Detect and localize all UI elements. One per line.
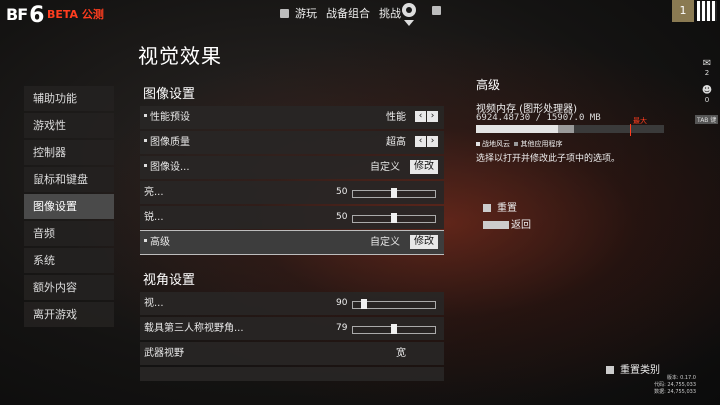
vram-legend: 战地风云 其他应用程序	[476, 139, 562, 149]
vram-usage-bar	[476, 125, 664, 133]
page-title: 视觉效果	[138, 44, 222, 68]
arrow-right-icon[interactable]: ›	[427, 136, 438, 147]
sidebar-item-graphics[interactable]: 图像设置	[24, 194, 114, 219]
arrow-left-icon[interactable]: ‹	[415, 111, 426, 122]
setting-row-quality[interactable]: 图像质量 超高 ‹ ›	[140, 131, 444, 154]
quality-value: 超高	[386, 137, 406, 148]
setting-row-partial[interactable]	[140, 367, 444, 381]
brightness-slider[interactable]	[352, 188, 436, 198]
beta-label: BETA 公测	[47, 8, 104, 21]
section-title-graphics: 图像设置	[143, 87, 196, 102]
version-info: 版本: 0.17.0 代码: 24,755,033 数据: 24,755,033	[654, 375, 696, 395]
game-logo: BF6	[6, 3, 44, 28]
sidebar-item-extras[interactable]: 额外内容	[24, 275, 114, 300]
sidebar-item-quit[interactable]: 离开游戏	[24, 302, 114, 327]
sidebar-item-system[interactable]: 系统	[24, 248, 114, 273]
sharpness-value: 50	[336, 212, 348, 222]
top-bar: BF6 BETA 公测 游玩 战备组合 挑战 1	[0, 0, 720, 28]
mail-icon[interactable]: ✉ 2	[696, 58, 718, 77]
key-esc-icon	[483, 221, 509, 229]
fov-value: 90	[336, 298, 348, 308]
setting-row-advanced[interactable]: 高级 自定义 修改	[140, 230, 444, 255]
sidebar-item-mouse-keyboard[interactable]: 鼠标和键盘	[24, 167, 114, 192]
tab-key-hint: TAB 键	[695, 115, 719, 124]
sharpness-slider[interactable]	[352, 213, 436, 223]
setting-row-fov[interactable]: 视... 90	[140, 292, 444, 315]
arrow-right-icon[interactable]: ›	[427, 111, 438, 122]
key-e-icon	[432, 6, 441, 15]
advanced-value: 自定义	[370, 237, 400, 248]
row-marker	[144, 139, 147, 142]
legend-swatch-other	[514, 142, 519, 146]
reset-button[interactable]: 重置	[483, 199, 517, 214]
settings-panel: 图像设置 性能预设 性能 ‹ › 图像质量 超高 ‹ › 图像设... 自定义 修改…	[140, 84, 444, 381]
friends-icon[interactable]: ☻ 0	[696, 85, 718, 104]
slider-thumb[interactable]	[360, 299, 367, 309]
vram-used-fill	[476, 125, 558, 133]
active-tab-marker	[404, 20, 414, 26]
key-icon	[606, 366, 614, 374]
modify-button[interactable]: 修改	[410, 235, 438, 249]
vehicle-fov-value: 79	[336, 323, 348, 333]
setting-row-brightness[interactable]: 亮... 50	[140, 181, 444, 204]
reset-category-button[interactable]: 重置类别	[606, 361, 660, 376]
detail-hint: 选择以打开并修改此子项中的选项。	[476, 154, 621, 164]
setting-row-graphics-setting[interactable]: 图像设... 自定义 修改	[140, 156, 444, 179]
right-icon-column: ✉ 2 ☻ 0	[696, 58, 718, 112]
slider-thumb[interactable]	[391, 188, 397, 198]
row-marker	[144, 239, 147, 242]
settings-sidebar: 辅助功能 游戏性 控制器 鼠标和键盘 图像设置 音频 系统 额外内容 离开游戏	[24, 86, 114, 329]
vram-max-marker	[630, 124, 631, 136]
nav-loadout[interactable]: 战备组合	[326, 5, 370, 21]
sidebar-item-controller[interactable]: 控制器	[24, 140, 114, 165]
vram-value: 6924.48730 / 15907.0 MB	[476, 113, 601, 123]
section-title-camera: 视角设置	[143, 273, 196, 288]
setting-row-preset[interactable]: 性能预设 性能 ‹ ›	[140, 106, 444, 129]
vram-other-fill	[557, 125, 574, 133]
sidebar-item-audio[interactable]: 音频	[24, 221, 114, 246]
weapon-fov-value: 宽	[396, 348, 406, 359]
sidebar-item-accessibility[interactable]: 辅助功能	[24, 86, 114, 111]
modify-button[interactable]: 修改	[410, 160, 438, 174]
setting-row-weapon-fov[interactable]: 武器视野 宽	[140, 342, 444, 365]
row-marker	[144, 114, 147, 117]
player-level-badge[interactable]: 1	[672, 0, 694, 22]
vram-max-label: 最大	[633, 117, 647, 125]
brightness-value: 50	[336, 187, 348, 197]
top-nav: 游玩 战备组合 挑战	[280, 5, 414, 21]
slider-thumb[interactable]	[391, 324, 397, 334]
vehicle-fov-slider[interactable]	[352, 324, 436, 334]
fov-slider[interactable]	[352, 299, 436, 309]
qr-code-icon	[697, 1, 717, 21]
gear-icon[interactable]	[402, 3, 416, 17]
setting-row-vehicle-fov[interactable]: 载具第三人称视野角... 79	[140, 317, 444, 340]
back-button[interactable]: 返回	[483, 216, 531, 231]
slider-thumb[interactable]	[391, 213, 397, 223]
key-r-icon	[483, 204, 491, 212]
setting-row-sharpness[interactable]: 锐... 50	[140, 206, 444, 229]
graphics-setting-value: 自定义	[370, 162, 400, 173]
detail-title: 高级	[476, 78, 501, 92]
row-marker	[144, 164, 147, 167]
key-q-icon	[280, 8, 289, 18]
nav-challenges[interactable]: 挑战	[379, 5, 405, 21]
sidebar-item-gameplay[interactable]: 游戏性	[24, 113, 114, 138]
arrow-left-icon[interactable]: ‹	[415, 136, 426, 147]
nav-play[interactable]: 游玩	[295, 5, 317, 21]
preset-value: 性能	[386, 112, 406, 123]
legend-swatch-game	[476, 142, 480, 146]
